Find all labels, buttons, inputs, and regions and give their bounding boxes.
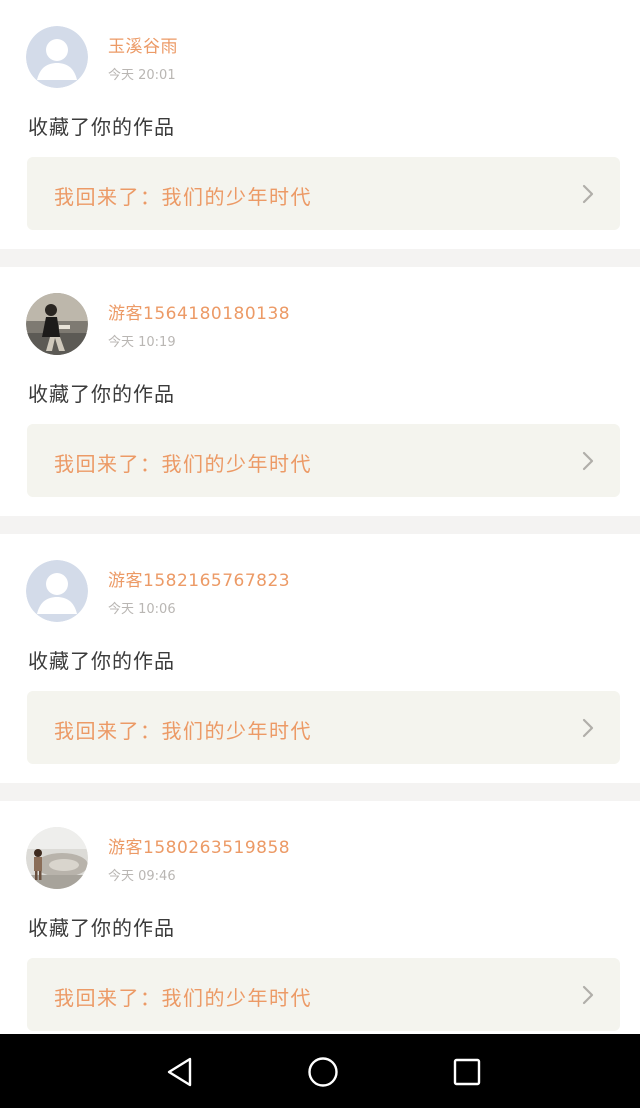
default-avatar-icon[interactable] xyxy=(26,560,88,622)
work-link[interactable]: 我回来了：我们的少年时代 xyxy=(27,157,620,230)
action-text: 收藏了你的作品 xyxy=(28,115,175,139)
work-title: 我回来了：我们的少年时代 xyxy=(54,185,312,209)
notification-card: 游客1582165767823 今天 10:06 收藏了你的作品 我回来了：我们… xyxy=(0,534,640,783)
user-name[interactable]: 游客1580263519858 xyxy=(108,833,290,858)
notification-card: 游客1564180180138 今天 10:19 收藏了你的作品 我回来了：我们… xyxy=(0,267,640,516)
notification-time: 今天 20:01 xyxy=(108,68,176,83)
user-name[interactable]: 游客1564180180138 xyxy=(108,299,290,324)
work-title: 我回来了：我们的少年时代 xyxy=(54,452,312,476)
chevron-right-icon xyxy=(582,985,594,1005)
notification-card: 游客1580263519858 今天 09:46 收藏了你的作品 我回来了：我们… xyxy=(0,801,640,1034)
home-circle-icon[interactable] xyxy=(305,1054,341,1090)
user-name[interactable]: 玉溪谷雨 xyxy=(108,32,178,57)
photo-avatar[interactable] xyxy=(26,293,88,355)
chevron-right-icon xyxy=(582,184,594,204)
action-text: 收藏了你的作品 xyxy=(28,649,175,673)
action-text: 收藏了你的作品 xyxy=(28,382,175,406)
action-text: 收藏了你的作品 xyxy=(28,916,175,940)
user-name[interactable]: 游客1582165767823 xyxy=(108,566,290,591)
notification-card: 玉溪谷雨 今天 20:01 收藏了你的作品 我回来了：我们的少年时代 xyxy=(0,0,640,249)
chevron-right-icon xyxy=(582,718,594,738)
back-triangle-icon[interactable] xyxy=(162,1054,198,1090)
chevron-right-icon xyxy=(582,451,594,471)
system-navigation-bar xyxy=(0,1034,640,1108)
work-title: 我回来了：我们的少年时代 xyxy=(54,719,312,743)
photo-avatar[interactable] xyxy=(26,827,88,889)
notification-feed: 玉溪谷雨 今天 20:01 收藏了你的作品 我回来了：我们的少年时代 游客156… xyxy=(0,0,640,1034)
notification-time: 今天 09:46 xyxy=(108,869,176,884)
notification-time: 今天 10:06 xyxy=(108,602,176,617)
default-avatar-icon[interactable] xyxy=(26,26,88,88)
work-link[interactable]: 我回来了：我们的少年时代 xyxy=(27,958,620,1031)
work-link[interactable]: 我回来了：我们的少年时代 xyxy=(27,424,620,497)
notification-time: 今天 10:19 xyxy=(108,335,176,350)
work-title: 我回来了：我们的少年时代 xyxy=(54,986,312,1010)
recents-square-icon[interactable] xyxy=(449,1054,485,1090)
work-link[interactable]: 我回来了：我们的少年时代 xyxy=(27,691,620,764)
